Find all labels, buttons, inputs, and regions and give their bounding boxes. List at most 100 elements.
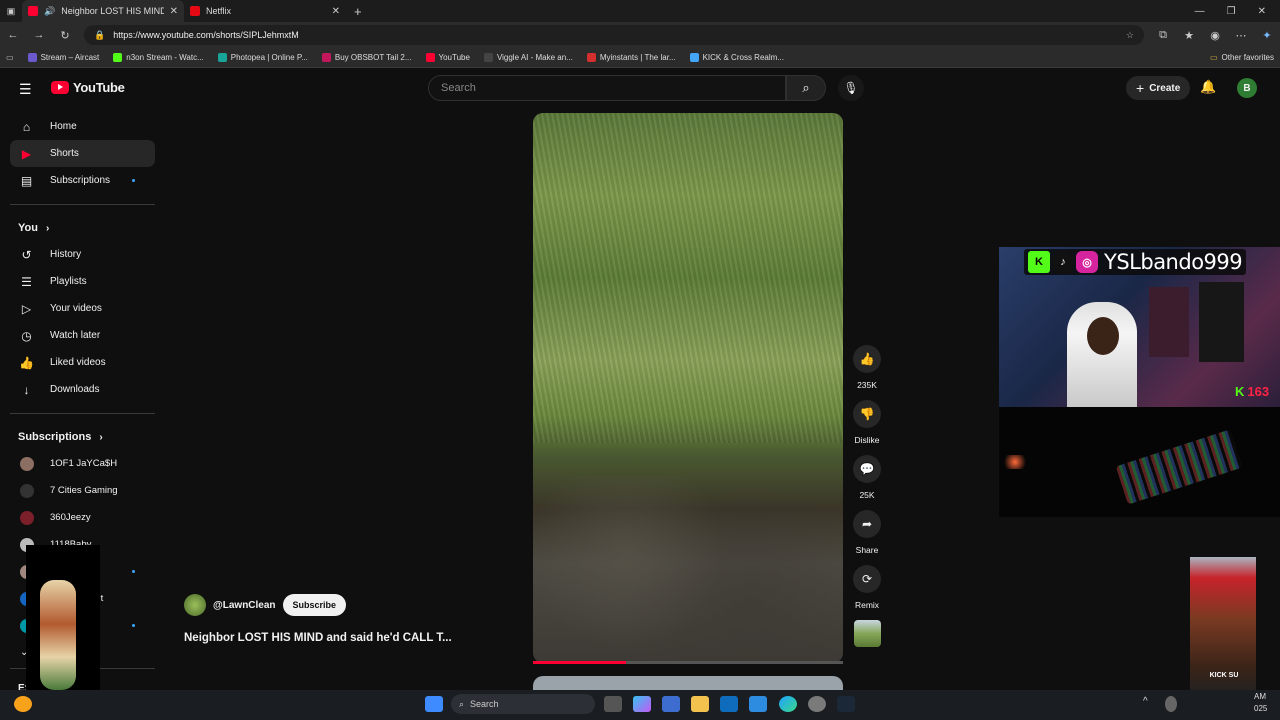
account-avatar[interactable]: B xyxy=(1237,78,1257,98)
copilot-app-icon[interactable] xyxy=(633,696,651,712)
like-action[interactable]: 👍 235K xyxy=(853,345,881,390)
remix-icon[interactable]: ⟳ xyxy=(853,565,881,593)
share-action[interactable]: ➦ Share xyxy=(853,510,881,555)
windows-start-icon[interactable] xyxy=(425,696,443,712)
downloads-icon: ↓ xyxy=(23,382,30,397)
bookmark-favicon-icon xyxy=(321,53,331,62)
sidebar-item-label: Shorts xyxy=(50,148,79,159)
channel-name[interactable]: @LawnClean xyxy=(213,600,276,611)
voice-search-button[interactable]: 🎙 xyxy=(838,75,864,101)
you-section-header[interactable]: You › xyxy=(10,215,155,241)
bookmark-label: Viggle AI - Make an... xyxy=(496,53,573,62)
channel-avatar[interactable] xyxy=(184,594,206,616)
taskbar-search[interactable]: ⌕ Search xyxy=(451,694,595,714)
obs-icon[interactable] xyxy=(808,696,826,712)
menu-icon[interactable]: ⋯ xyxy=(1234,29,1248,42)
other-favorites[interactable]: ▭ Other favorites xyxy=(1210,53,1274,62)
bookmark[interactable]: Photopea | Online P... xyxy=(217,53,308,62)
remix-action[interactable]: ⟳ Remix xyxy=(853,565,881,610)
mic-tray-icon[interactable] xyxy=(1165,696,1177,712)
copilot-icon[interactable]: ✦ xyxy=(1260,29,1274,42)
weather-icon[interactable] xyxy=(14,696,32,712)
sidebar-item-your-videos[interactable]: ▷ Your videos xyxy=(10,295,155,322)
sidebar-toggle-icon[interactable]: ▣ xyxy=(0,6,22,17)
create-button[interactable]: + Create xyxy=(1126,76,1191,100)
bookmark[interactable]: Stream – Aircast xyxy=(27,53,99,62)
tab-netflix[interactable]: Netflix ✕ xyxy=(184,0,346,22)
new-tab-button[interactable]: + xyxy=(346,4,370,19)
sidebar-item-liked-videos[interactable]: 👍 Liked videos xyxy=(10,349,155,376)
taskbar-clock[interactable]: AM 025 xyxy=(1254,691,1267,715)
bookmark[interactable]: Viggle AI - Make an... xyxy=(483,53,573,62)
speaker-icon[interactable]: 🔊 xyxy=(44,6,55,17)
dislike-action[interactable]: 👎 Dislike xyxy=(853,400,881,445)
refresh-icon[interactable]: ↻ xyxy=(58,29,72,42)
short-video-player[interactable] xyxy=(533,113,843,663)
search-button[interactable]: ⌕ xyxy=(786,75,826,101)
sidebar-item-watch-later[interactable]: ◷ Watch later xyxy=(10,322,155,349)
comments-action[interactable]: 💬 25K xyxy=(853,455,881,500)
sidebar-subscription[interactable]: 7 Cities Gaming xyxy=(10,477,155,504)
sidebar-item-home[interactable]: ⌂ Home xyxy=(10,113,155,140)
sidebar-item-shorts[interactable]: ▶ Shorts xyxy=(10,140,155,167)
menu-hamburger-icon[interactable]: ☰ xyxy=(19,81,32,98)
next-short-preview[interactable] xyxy=(533,676,843,690)
subscribe-button[interactable]: Subscribe xyxy=(282,594,347,616)
minimize-button[interactable]: — xyxy=(1195,6,1205,17)
tab-title: Netflix xyxy=(206,6,232,16)
outlook-icon[interactable] xyxy=(720,696,738,712)
bookmark[interactable]: Myinstants | The lar... xyxy=(586,53,676,62)
youtube-logo[interactable]: YouTube xyxy=(51,80,125,95)
mic-icon: 🎙 xyxy=(843,81,859,95)
bookmark[interactable]: Buy OBSBOT Tail 2... xyxy=(321,53,412,62)
favorite-star-icon[interactable]: ☆ xyxy=(1126,30,1134,41)
tab-youtube[interactable]: 🔊 Neighbor LOST HIS MIND and... ✕ xyxy=(22,0,184,22)
other-favorites-label: Other favorites xyxy=(1221,53,1274,62)
sound-thumbnail[interactable] xyxy=(853,620,881,647)
search-icon: ⌕ xyxy=(802,80,810,95)
bookmark[interactable]: n3on Stream - Watc... xyxy=(113,53,204,62)
sidebar-item-history[interactable]: ↺ History xyxy=(10,241,155,268)
sidebar-item-playlists[interactable]: ☰ Playlists xyxy=(10,268,155,295)
url-field[interactable]: 🔒 https://www.youtube.com/shorts/SIPLJeh… xyxy=(84,25,1144,45)
store-icon[interactable] xyxy=(662,696,680,712)
sidebar-item-downloads[interactable]: ↓ Downloads xyxy=(10,376,155,403)
notifications-bell-icon[interactable]: 🔔 xyxy=(1200,79,1216,95)
bookmark[interactable]: YouTube xyxy=(425,53,470,62)
bookmark[interactable]: KICK & Cross Realm... xyxy=(689,53,784,62)
social-handle-banner: K ♪ ◎ YSLbando999 xyxy=(1024,249,1247,275)
file-explorer-icon[interactable] xyxy=(691,696,709,712)
maximize-button[interactable]: ❐ xyxy=(1227,6,1236,17)
apps-icon[interactable]: ▭ xyxy=(6,53,14,62)
short-actions: 👍 235K 👎 Dislike 💬 25K ➦ Share ⟳ Remix xyxy=(849,345,885,647)
subscriptions-section-header[interactable]: Subscriptions › xyxy=(10,424,155,450)
extensions-icon[interactable]: ⧉ xyxy=(1156,29,1170,42)
sidebar-subscription[interactable]: 1OF1 JaYCa$H xyxy=(10,450,155,477)
steam-icon[interactable] xyxy=(837,696,855,712)
keyboard-cam-overlay xyxy=(999,407,1280,517)
close-tab-icon[interactable]: ✕ xyxy=(332,6,340,17)
sidebar-item-subscriptions[interactable]: ▤ Subscriptions xyxy=(10,167,155,194)
photos-icon[interactable] xyxy=(749,696,767,712)
short-title[interactable]: Neighbor LOST HIS MIND and said he'd CAL… xyxy=(184,632,452,644)
comments-icon[interactable]: 💬 xyxy=(853,455,881,483)
divider xyxy=(10,413,155,414)
video-progress-bar[interactable] xyxy=(533,661,843,664)
kick-logo-icon: K xyxy=(1235,384,1245,399)
search-input[interactable]: Search xyxy=(428,75,786,101)
forward-icon[interactable]: → xyxy=(32,29,46,41)
tray-expand-icon[interactable]: ^ xyxy=(1143,696,1155,712)
divider xyxy=(10,204,155,205)
like-icon[interactable]: 👍 xyxy=(853,345,881,373)
back-icon[interactable]: ← xyxy=(6,29,20,41)
dislike-icon[interactable]: 👎 xyxy=(853,400,881,428)
close-window-button[interactable]: ✕ xyxy=(1258,6,1266,17)
share-icon[interactable]: ➦ xyxy=(853,510,881,538)
edge-icon[interactable] xyxy=(779,696,797,712)
bookmark-favicon-icon xyxy=(483,53,493,62)
profile-icon[interactable]: ◉ xyxy=(1208,29,1222,42)
task-view-icon[interactable] xyxy=(604,696,622,712)
favorites-icon[interactable]: ★ xyxy=(1182,29,1196,42)
sidebar-subscription[interactable]: 360Jeezy xyxy=(10,504,155,531)
close-tab-icon[interactable]: ✕ xyxy=(170,6,178,17)
